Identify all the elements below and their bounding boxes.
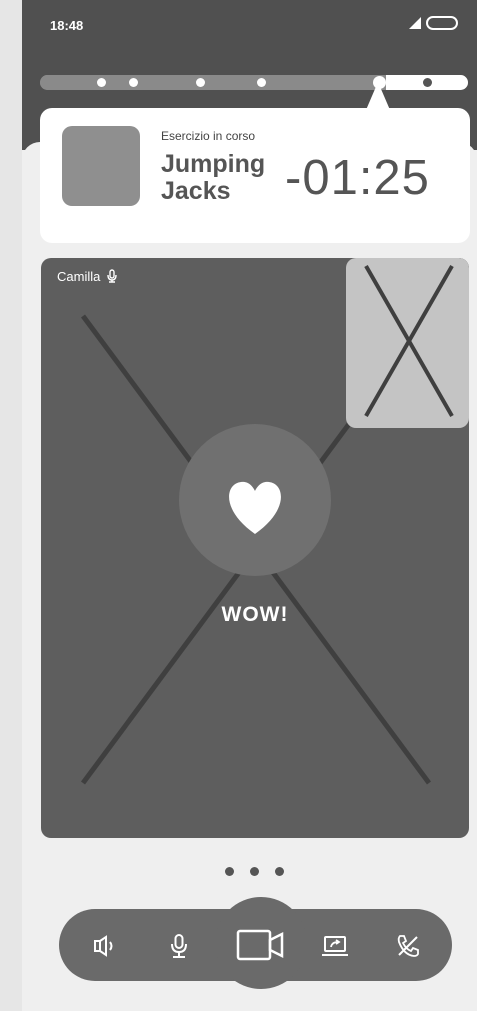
current-exercise-card[interactable]: Esercizio in corso Jumping Jacks -01:25 xyxy=(40,108,470,243)
microphone-icon xyxy=(107,269,117,283)
end-call-button[interactable] xyxy=(392,930,424,962)
self-view-video[interactable] xyxy=(346,258,469,428)
microphone-button[interactable] xyxy=(163,930,195,962)
page-dot-3[interactable] xyxy=(275,867,284,876)
self-view-placeholder-cross xyxy=(364,265,454,417)
heart-icon xyxy=(229,481,281,534)
battery-icon xyxy=(426,16,458,30)
speaker-button[interactable] xyxy=(90,930,122,962)
participant-name: Camilla xyxy=(57,269,101,284)
main-video-feed[interactable]: Camilla WOW! xyxy=(41,258,469,838)
status-time: 18:48 xyxy=(50,18,84,33)
microphone-icon xyxy=(171,934,187,958)
screen-share-icon xyxy=(322,936,348,956)
page-dot-2[interactable] xyxy=(250,867,259,876)
screen-share-button[interactable] xyxy=(318,930,352,962)
status-icons xyxy=(407,16,459,35)
progress-step-1[interactable] xyxy=(97,78,106,87)
exercise-timer: -01:25 xyxy=(285,151,430,205)
exercise-name: Jumping Jacks xyxy=(161,150,266,205)
signal-icon xyxy=(409,17,421,29)
phone-screen: 18:48 Esercizio in corso Jumping Jacks -… xyxy=(22,0,477,1011)
reaction-text: WOW! xyxy=(221,603,289,626)
progress-step-6[interactable] xyxy=(423,78,432,87)
progress-step-4[interactable] xyxy=(257,78,266,87)
current-step-pointer xyxy=(366,82,390,110)
exercise-status-label: Esercizio in corso xyxy=(161,129,256,143)
end-call-icon xyxy=(397,935,419,957)
page-dot-1[interactable] xyxy=(225,867,234,876)
reaction-bubble xyxy=(179,424,331,576)
participant-label: Camilla xyxy=(57,269,117,284)
progress-step-2[interactable] xyxy=(129,78,138,87)
camera-button[interactable] xyxy=(231,925,291,965)
speaker-icon xyxy=(94,935,113,957)
exercise-thumbnail xyxy=(62,126,140,206)
camera-icon xyxy=(236,929,284,961)
progress-step-3[interactable] xyxy=(196,78,205,87)
